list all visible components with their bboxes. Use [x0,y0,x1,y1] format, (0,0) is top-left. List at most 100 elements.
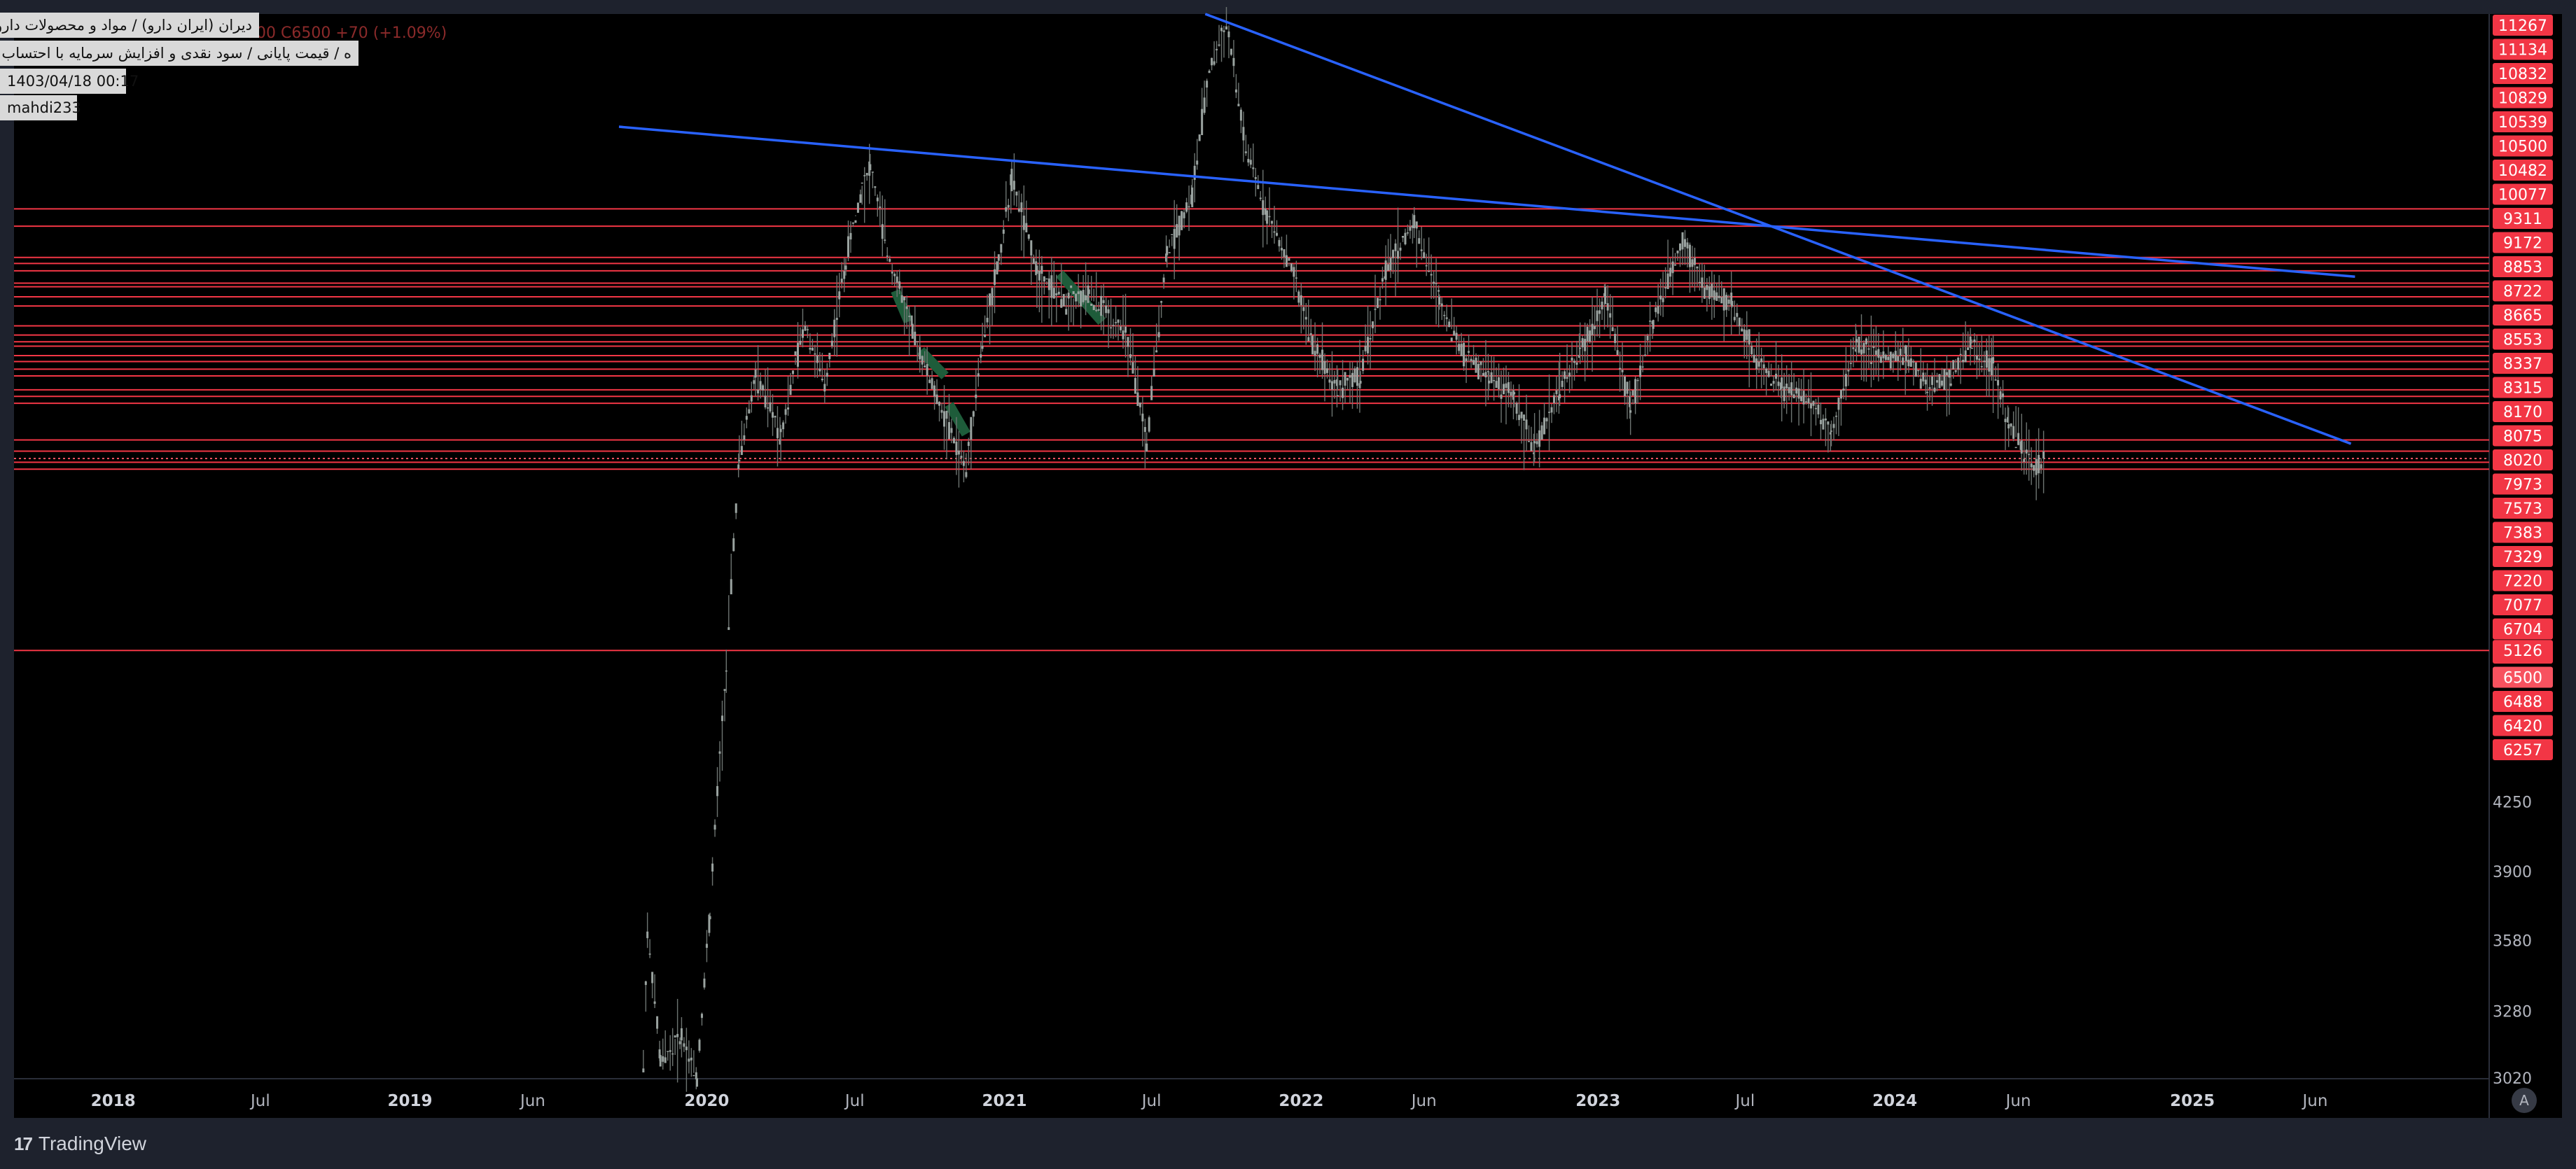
candle-body [1568,372,1571,377]
candle-body [1032,258,1035,265]
candle-body [1760,358,1763,363]
candle-body [745,416,748,420]
candle-body [1698,281,1701,284]
price-label: 6704 [2503,622,2542,639]
candle-body [1561,380,1564,387]
indicator-description[interactable]: ه / قیمت پایانی / سود نقدی و افزایش سرما… [0,41,358,66]
candle-body [1500,394,1503,399]
candle-body [1523,414,1526,421]
candle-body [1458,344,1461,351]
candle-body [826,372,828,377]
candle-body [727,627,730,630]
candle-body [1470,358,1473,361]
price-label: 10539 [2498,114,2547,132]
candle-body [1978,358,1981,360]
candle-body [1636,379,1639,382]
candle-body [1191,187,1194,208]
candle-body [1211,57,1213,66]
candle-body [1701,277,1704,288]
candle-body [1571,357,1573,361]
candle-body [1067,293,1070,299]
candle-body [2038,454,2040,474]
candle-body [945,410,948,419]
candle-body [991,288,994,306]
candle-body [1220,27,1223,31]
candle-body [2025,449,2028,454]
candle-body [1748,329,1750,345]
candle-body [1832,424,1835,428]
candle-body [1837,397,1840,410]
candle-body [970,416,973,440]
candle-body [1136,392,1139,406]
candle-body [1397,251,1400,259]
candle-body [1666,273,1669,289]
candle-body [1543,417,1546,435]
candle-body [908,316,911,317]
price-tick-label: 3280 [2493,1004,2532,1021]
candle-body [1805,401,1808,402]
candle-body [1586,326,1589,342]
price-chart[interactable]: 2018 Jul 2019 Jun 2020 Jul 2021 Jul 2022 Jun 2023 J… [0,0,2576,1169]
candle-body [1785,383,1788,388]
auto-scale-button[interactable]: A [2512,1088,2537,1113]
candle-body [1530,442,1533,451]
candle-body [1463,342,1465,367]
candle-body [879,206,882,209]
candle-body [1863,342,1865,354]
candle-body [1765,368,1768,373]
candle-body [2007,424,2010,429]
candle-body [1120,326,1122,330]
candle-body [1510,391,1512,396]
candle-body [1036,265,1038,274]
time-axis-bar[interactable] [14,1079,2489,1118]
candle-body [1387,264,1390,271]
candle-body [683,1043,685,1047]
candle-body [1010,169,1013,192]
candle-body [734,503,737,513]
candle-body [737,464,740,469]
candle-body [1536,441,1538,444]
price-label: 7973 [2503,477,2542,494]
candle-body [688,1058,690,1062]
candle-body [1254,177,1257,179]
candle-body [1559,394,1561,398]
candle-body [811,347,814,351]
candle-body [1316,344,1319,354]
candle-body [1849,363,1852,364]
candle-body [1935,380,1938,383]
candle-body [656,1016,659,1029]
candle-body [1468,351,1470,353]
candle-body [1601,301,1603,309]
candle-body [1822,419,1825,430]
symbol-title[interactable]: دیران (ایران دارو) / مواد و محصولات دارو… [0,13,259,38]
candle-body [1528,440,1531,442]
candle-body [938,402,941,406]
candle-body [1671,261,1674,274]
candle-body [1372,321,1374,328]
candle-body [1629,410,1632,413]
tradingview-brand[interactable]: 17 TradingView [14,1133,146,1155]
candle-body [1555,390,1558,395]
candle-body [1450,337,1453,342]
candle-body [750,395,753,402]
plot-area[interactable] [14,14,2489,1078]
candle-body [1520,412,1523,419]
candle-body [1318,354,1321,358]
candle-body [871,172,874,173]
candle-body [764,396,767,408]
time-tick-label: 2020 [684,1092,729,1110]
candle-body [1842,388,1845,391]
candle-body [1770,383,1773,386]
candle-body [2010,423,2012,427]
candle-body [1865,338,1867,344]
candle-body [821,379,823,381]
candle-body [1227,31,1230,38]
candle-body [1907,359,1910,367]
price-tick-label: 4250 [2493,794,2532,812]
candle-body [1736,313,1739,317]
candle-body [2023,458,2026,462]
candle-body [695,1078,698,1087]
candle-body [1038,270,1040,281]
candle-body [796,342,799,367]
candle-body [1830,430,1833,432]
